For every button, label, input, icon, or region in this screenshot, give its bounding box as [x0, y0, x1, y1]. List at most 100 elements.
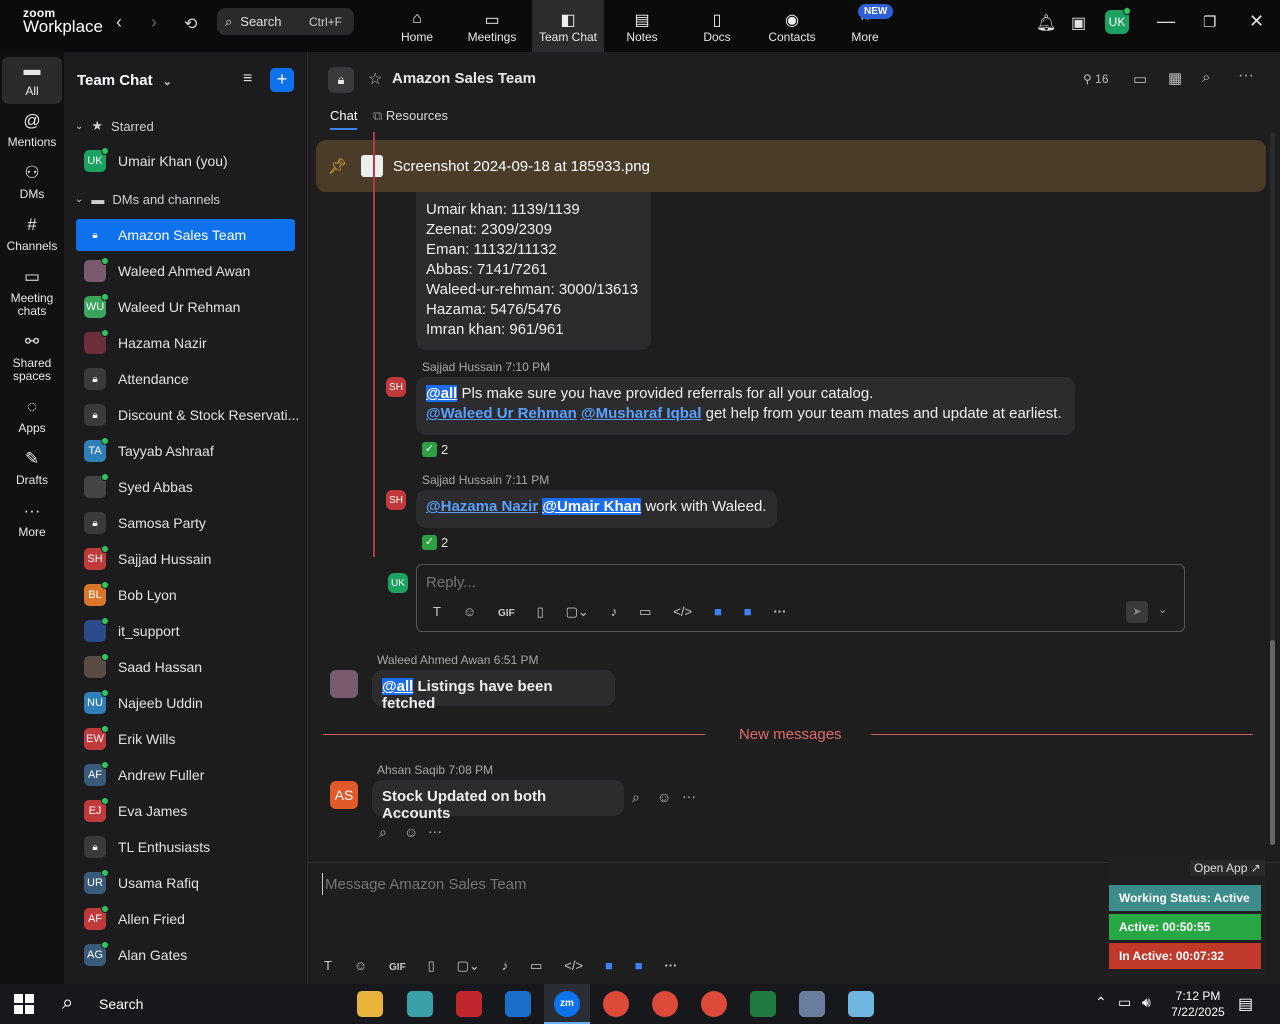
pinned-message-bar[interactable]: 📌︎ Screenshot 2024-09-18 at 185933.png [316, 140, 1266, 192]
add-reaction-icon[interactable]: ☺ [657, 789, 671, 805]
calendar-icon[interactable]: ▣ [1071, 13, 1086, 33]
sidebar-item-waleed-ur-rehman[interactable]: WU Waleed Ur Rehman [76, 291, 295, 323]
avatar[interactable]: AS [330, 781, 358, 809]
add-reaction-icon[interactable]: ☺ [404, 824, 418, 840]
zoom-taskbar-button[interactable]: zm [544, 984, 590, 1024]
mention-all[interactable]: @all [426, 385, 458, 402]
scrollbar-thumb[interactable] [1270, 640, 1275, 845]
clock[interactable]: 7:12 PM 7/22/2025 [1168, 988, 1228, 1020]
star-outline-icon[interactable]: ☆ [368, 69, 382, 89]
app-icon[interactable] [407, 991, 433, 1017]
search-icon[interactable]: ⌕ [1202, 69, 1210, 86]
sidebar-item-amazon-sales-team[interactable]: 🔒︎ Amazon Sales Team [76, 219, 295, 251]
message-bubble[interactable]: Stock Updated on both Accounts [372, 780, 624, 822]
tab-chat[interactable]: Chat [330, 108, 358, 130]
mic-icon[interactable]: ♪ [611, 604, 618, 619]
sidebar-item-allen-fried[interactable]: AF Allen Fried [76, 903, 295, 935]
message-bubble[interactable]: @Hazama Nazir @Umair Khan work with Wale… [416, 490, 777, 528]
file-icon[interactable]: ▯ [537, 604, 544, 620]
sidebar-item-discount-stock-reservati[interactable]: 🔒︎ Discount & Stock Reservati... [76, 399, 299, 431]
zoom-app-icon[interactable]: ■ [744, 604, 752, 619]
network-icon[interactable]: ▭ [1118, 994, 1131, 1011]
reply-box[interactable]: T ☺ GIF ▯ ▢⌄ ♪ ▭ </> ■ ■ ··· ➤ ⌄ [416, 564, 1185, 632]
screenshot-icon[interactable]: ▢⌄ [566, 604, 589, 620]
calendar-icon[interactable]: ▦ [1168, 69, 1182, 87]
rail-drafts[interactable]: ✎ Drafts [2, 450, 62, 487]
more-options-icon[interactable]: ··· [682, 788, 696, 804]
send-icon[interactable]: ➤ [1126, 601, 1148, 623]
open-app-button[interactable]: Open App ↗ [1190, 860, 1265, 876]
tab-notes[interactable]: ▤ Notes [606, 0, 678, 52]
sidebar-item-andrew-fuller[interactable]: AF Andrew Fuller [76, 759, 295, 791]
sidebar-item-waleed-ahmed-awan[interactable]: Waleed Ahmed Awan [76, 255, 295, 287]
avatar[interactable] [330, 670, 358, 698]
tab-docs[interactable]: ▯ Docs [681, 0, 753, 52]
reply-thread-icon[interactable]: ⌕ [632, 789, 640, 806]
more-options-icon[interactable]: ··· [1238, 67, 1254, 85]
rail-meeting-chats[interactable]: ▭ Meeting chats [2, 268, 62, 318]
emoji-icon[interactable]: ☺ [354, 958, 367, 973]
history-icon[interactable]: ⟲ [184, 14, 197, 34]
sidebar-item-najeeb-uddin[interactable]: NU Najeeb Uddin [76, 687, 295, 719]
mic-icon[interactable]: ♪ [502, 958, 509, 973]
sidebar-item-hazama-nazir[interactable]: Hazama Nazir [76, 327, 295, 359]
app-icon[interactable]: ■ [714, 604, 722, 619]
reaction-checkmark[interactable]: ✓ 2 [422, 442, 448, 457]
tab-team-chat[interactable]: ◧ Team Chat [532, 0, 604, 52]
search-icon[interactable]: ⌕ [62, 992, 73, 1015]
rail-dms[interactable]: ⚇ DMs [2, 164, 62, 201]
close-icon[interactable]: ✕ [1249, 11, 1264, 32]
video-message-icon[interactable]: ▭ [530, 958, 542, 974]
starred-section[interactable]: ⌄ ★ Starred [75, 118, 154, 134]
file-icon[interactable]: ▯ [428, 958, 435, 974]
rail-more[interactable]: ··· More [2, 502, 62, 539]
more-options-icon[interactable]: ··· [428, 823, 442, 839]
filezilla-icon[interactable] [456, 991, 482, 1017]
rail-channels[interactable]: # Channels [2, 216, 62, 253]
reply-input[interactable] [426, 572, 926, 592]
mention-musharaf-iqbal[interactable]: @Musharaf Iqbal [581, 405, 701, 422]
chrome-icon[interactable] [652, 991, 678, 1017]
code-icon[interactable]: </> [673, 604, 692, 619]
rail-all[interactable]: ▬ All [2, 57, 62, 104]
gif-button[interactable]: GIF [389, 962, 406, 973]
volume-icon[interactable]: 🔊︎ [1142, 994, 1151, 1011]
search-box[interactable]: ⌕ Search Ctrl+F [217, 8, 354, 35]
sidebar-item-eva-james[interactable]: EJ Eva James [76, 795, 295, 827]
mention-umair-khan[interactable]: @Umair Khan [542, 498, 642, 515]
zoom-app-icon[interactable]: ■ [635, 958, 643, 973]
emoji-icon[interactable]: ☺ [463, 604, 476, 619]
notifications-icon[interactable]: ▤ [1238, 994, 1253, 1014]
channel-title[interactable]: Amazon Sales Team [392, 70, 536, 87]
sidebar-item-erik-wills[interactable]: EW Erik Wills [76, 723, 295, 755]
forward-arrow-icon[interactable]: › [151, 12, 157, 33]
sidebar-item-attendance[interactable]: 🔒︎ Attendance [76, 363, 295, 395]
text-format-icon[interactable]: T [433, 604, 441, 619]
dms-section[interactable]: ⌄ ▬ DMs and channels [75, 192, 220, 207]
code-icon[interactable]: </> [564, 958, 583, 973]
bell-icon[interactable]: 🔔︎ [1036, 13, 1056, 33]
message-bubble[interactable]: @all Listings have been fetched [372, 670, 615, 712]
gif-button[interactable]: GIF [498, 608, 515, 619]
sidebar-item-tayyab-ashraaf[interactable]: TA Tayyab Ashraaf [76, 435, 295, 467]
chevron-up-icon[interactable]: ⌃ [1095, 994, 1107, 1011]
more-icon[interactable]: ··· [664, 958, 677, 973]
app-icon[interactable]: ■ [605, 958, 613, 973]
excel-icon[interactable] [750, 991, 776, 1017]
sidebar-item-usama-rafiq[interactable]: UR Usama Rafiq [76, 867, 295, 899]
minimize-icon[interactable]: — [1157, 11, 1175, 32]
chrome-icon[interactable] [603, 991, 629, 1017]
rail-shared-spaces[interactable]: ⚯ Shared spaces [2, 333, 62, 383]
sidebar-item-syed-abbas[interactable]: Syed Abbas [76, 471, 295, 503]
app-icon[interactable] [848, 991, 874, 1017]
outlook-icon[interactable] [505, 991, 531, 1017]
chevron-down-icon[interactable]: ⌄ [1158, 603, 1167, 616]
tab-contacts[interactable]: ◉ Contacts [756, 0, 828, 52]
video-message-icon[interactable]: ▭ [639, 604, 651, 620]
chrome-icon[interactable] [701, 991, 727, 1017]
mention-waleed-ur-rehman[interactable]: @Waleed Ur Rehman [426, 405, 577, 422]
sidebar-title[interactable]: Team Chat ⌄ [77, 72, 172, 89]
more-icon[interactable]: ··· [773, 604, 786, 619]
sidebar-item-tl-enthusiasts[interactable]: 🔒︎ TL Enthusiasts [76, 831, 295, 863]
rail-mentions[interactable]: @ Mentions [2, 112, 62, 149]
